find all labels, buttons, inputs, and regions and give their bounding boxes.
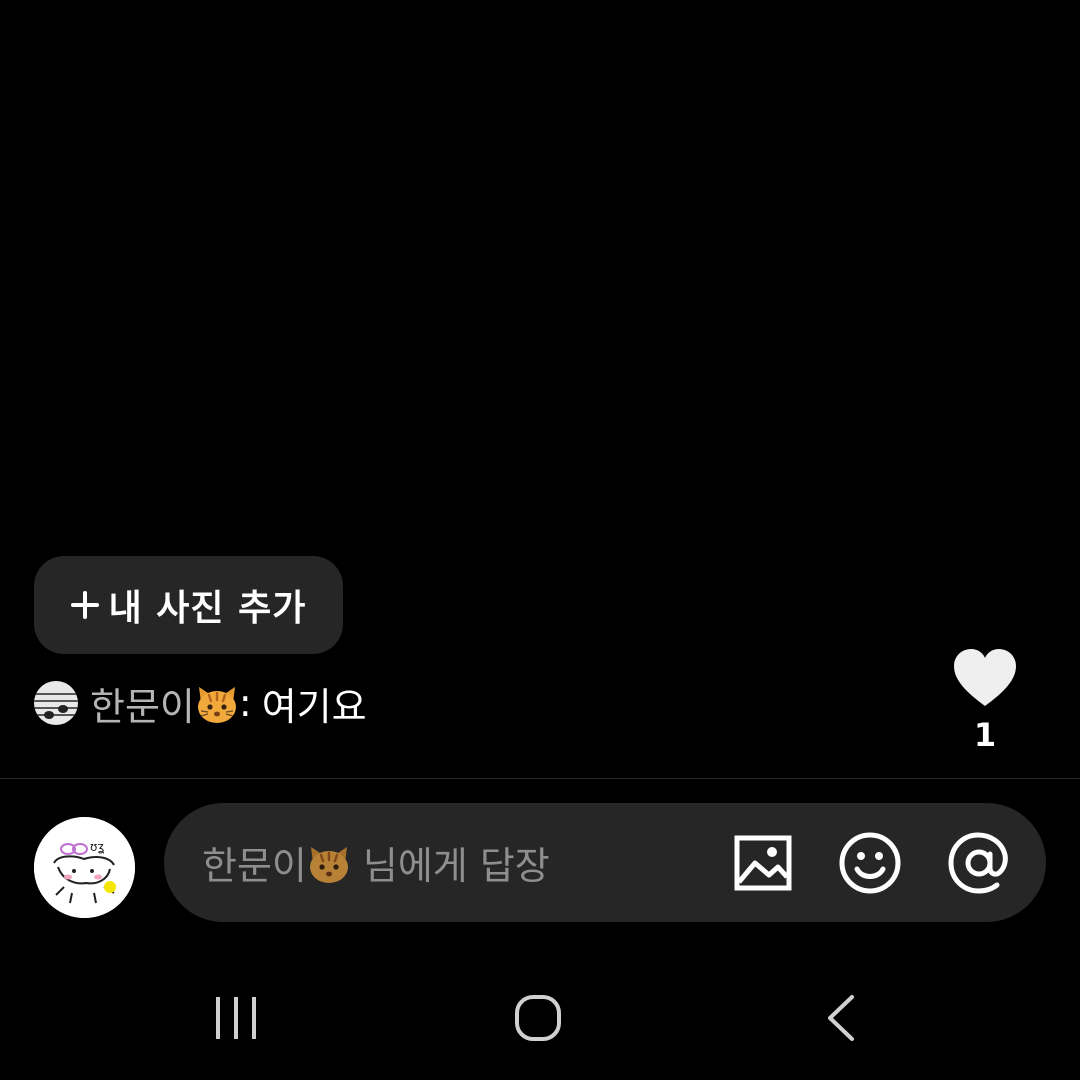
add-photo-label: 내 사진 추가 (108, 588, 307, 629)
svg-text:ʊʓ: ʊʓ (90, 840, 104, 854)
user-avatar[interactable]: ʊʓ (34, 817, 135, 918)
reply-placeholder-name: 한문이 (202, 844, 307, 888)
back-icon[interactable] (806, 988, 876, 1048)
like-group: 1 (950, 648, 1020, 754)
comment-text: 한문이 : 여기요 (90, 676, 367, 731)
story-reply-screen: 내 사진 추가 한문이 : 여기요 1 ʊʓ 한문이 님에게 답장 (0, 0, 1080, 1080)
recent-apps-icon[interactable] (201, 988, 271, 1048)
divider (0, 778, 1080, 779)
comment-body: 여기요 (261, 684, 367, 729)
reply-placeholder: 한문이 님에게 답장 (202, 835, 550, 890)
reply-placeholder-suffix: 님에게 답장 (362, 844, 550, 888)
reply-icons (734, 803, 1010, 922)
image-icon[interactable] (734, 835, 792, 891)
mention-icon[interactable] (948, 831, 1010, 894)
commenter-avatar[interactable] (34, 681, 78, 725)
cat-emoji-icon (197, 687, 236, 723)
add-my-photo-button[interactable]: 내 사진 추가 (34, 556, 343, 654)
reply-input[interactable]: 한문이 님에게 답장 (164, 803, 1046, 922)
smiley-icon[interactable] (838, 831, 902, 895)
cat-emoji-icon (309, 846, 348, 883)
heart-icon[interactable] (952, 648, 1018, 708)
home-icon[interactable] (503, 988, 573, 1048)
plus-icon (70, 591, 99, 619)
like-count: 1 (973, 716, 997, 754)
system-navigation-bar (0, 960, 1080, 1080)
comment-separator: : (238, 681, 252, 725)
comment-author[interactable]: 한문이 (90, 676, 195, 731)
user-avatar-drawing-icon: ʊʓ (34, 817, 135, 918)
comment-row: 한문이 : 여기요 (34, 674, 367, 732)
